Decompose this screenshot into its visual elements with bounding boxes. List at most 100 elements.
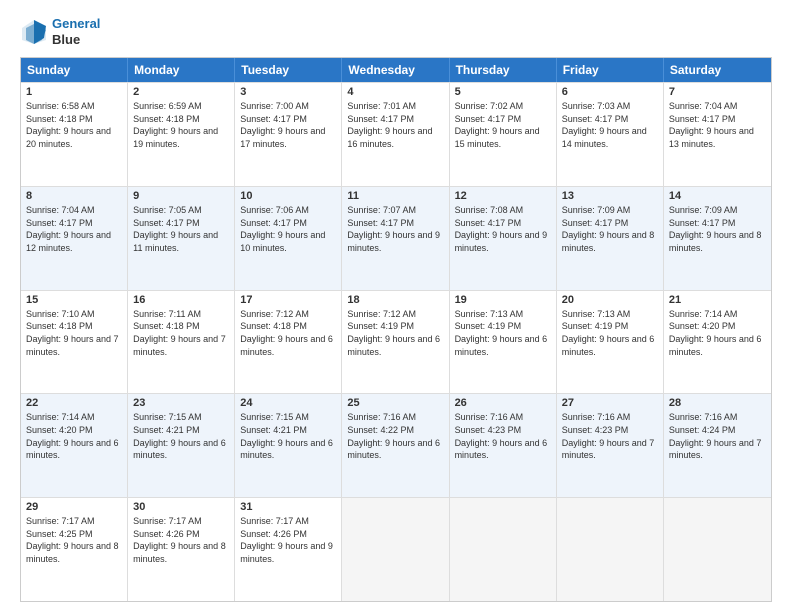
day-info: Sunrise: 6:58 AMSunset: 4:18 PMDaylight:… (26, 100, 122, 150)
day-info: Sunrise: 7:16 AMSunset: 4:23 PMDaylight:… (455, 411, 551, 461)
cal-cell-day-2: 2Sunrise: 6:59 AMSunset: 4:18 PMDaylight… (128, 83, 235, 186)
day-info: Sunrise: 7:16 AMSunset: 4:22 PMDaylight:… (347, 411, 443, 461)
day-number: 11 (347, 190, 443, 202)
cal-week-4: 22 Sunrise: 7:14 AMSunset: 4:20 PMDayligh… (21, 393, 771, 497)
day-info: Sunrise: 7:16 AMSunset: 4:24 PMDaylight:… (669, 411, 766, 461)
cal-cell-day-29: 29 Sunrise: 7:17 AMSunset: 4:25 PMDayligh… (21, 498, 128, 601)
day-info: Sunrise: 7:11 AMSunset: 4:18 PMDaylight:… (133, 308, 229, 358)
cal-cell-day-30: 30 Sunrise: 7:17 AMSunset: 4:26 PMDayligh… (128, 498, 235, 601)
day-info: Sunrise: 7:14 AMSunset: 4:20 PMDaylight:… (26, 411, 122, 461)
cal-cell-day-15: 15Sunrise: 7:10 AMSunset: 4:18 PMDayligh… (21, 291, 128, 394)
day-info: Sunrise: 7:14 AMSunset: 4:20 PMDaylight:… (669, 308, 766, 358)
day-number: 24 (240, 397, 336, 409)
cal-cell-day-11: 11 Sunrise: 7:07 AMSunset: 4:17 PMDayligh… (342, 187, 449, 290)
header: General Blue (20, 16, 772, 47)
day-number: 14 (669, 190, 766, 202)
day-number: 5 (455, 86, 551, 98)
day-info: Sunrise: 7:17 AMSunset: 4:25 PMDaylight:… (26, 515, 122, 565)
cal-cell-empty (664, 498, 771, 601)
cal-cell-day-1: 1 Sunrise: 6:58 AMSunset: 4:18 PMDaylight… (21, 83, 128, 186)
cal-header-tuesday: Tuesday (235, 58, 342, 82)
cal-cell-day-17: 17 Sunrise: 7:12 AMSunset: 4:18 PMDayligh… (235, 291, 342, 394)
cal-cell-day-26: 26 Sunrise: 7:16 AMSunset: 4:23 PMDayligh… (450, 394, 557, 497)
cal-week-2: 8 Sunrise: 7:04 AMSunset: 4:17 PMDaylight… (21, 186, 771, 290)
day-info: Sunrise: 7:15 AMSunset: 4:21 PMDaylight:… (240, 411, 336, 461)
cal-cell-day-6: 6 Sunrise: 7:03 AMSunset: 4:17 PMDaylight… (557, 83, 664, 186)
day-number: 19 (455, 294, 551, 306)
day-number: 26 (455, 397, 551, 409)
day-number: 29 (26, 501, 122, 513)
day-number: 18 (347, 294, 443, 306)
day-number: 27 (562, 397, 658, 409)
cal-header-friday: Friday (557, 58, 664, 82)
day-number: 31 (240, 501, 336, 513)
day-number: 10 (240, 190, 336, 202)
day-info: Sunrise: 7:13 AMSunset: 4:19 PMDaylight:… (455, 308, 551, 358)
cal-cell-day-27: 27 Sunrise: 7:16 AMSunset: 4:23 PMDayligh… (557, 394, 664, 497)
cal-cell-day-12: 12 Sunrise: 7:08 AMSunset: 4:17 PMDayligh… (450, 187, 557, 290)
day-info: Sunrise: 7:02 AMSunset: 4:17 PMDaylight:… (455, 100, 551, 150)
day-info: Sunrise: 7:07 AMSunset: 4:17 PMDaylight:… (347, 204, 443, 254)
page: General Blue SundayMondayTuesdayWednesda… (0, 0, 792, 612)
cal-cell-day-19: 19 Sunrise: 7:13 AMSunset: 4:19 PMDayligh… (450, 291, 557, 394)
cal-week-5: 29 Sunrise: 7:17 AMSunset: 4:25 PMDayligh… (21, 497, 771, 601)
day-info: Sunrise: 7:17 AMSunset: 4:26 PMDaylight:… (133, 515, 229, 565)
day-number: 6 (562, 86, 658, 98)
cal-cell-day-18: 18Sunrise: 7:12 AMSunset: 4:19 PMDayligh… (342, 291, 449, 394)
day-number: 1 (26, 86, 122, 98)
day-number: 15 (26, 294, 122, 306)
cal-cell-empty (450, 498, 557, 601)
day-number: 20 (562, 294, 658, 306)
day-info: Sunrise: 7:05 AMSunset: 4:17 PMDaylight:… (133, 204, 229, 254)
cal-cell-empty (342, 498, 449, 601)
calendar: SundayMondayTuesdayWednesdayThursdayFrid… (20, 57, 772, 602)
day-number: 21 (669, 294, 766, 306)
cal-cell-day-13: 13 Sunrise: 7:09 AMSunset: 4:17 PMDayligh… (557, 187, 664, 290)
day-number: 4 (347, 86, 443, 98)
day-number: 28 (669, 397, 766, 409)
day-number: 3 (240, 86, 336, 98)
day-info: Sunrise: 7:03 AMSunset: 4:17 PMDaylight:… (562, 100, 658, 150)
cal-cell-day-16: 16Sunrise: 7:11 AMSunset: 4:18 PMDayligh… (128, 291, 235, 394)
day-info: Sunrise: 7:12 AMSunset: 4:18 PMDaylight:… (240, 308, 336, 358)
cal-header-wednesday: Wednesday (342, 58, 449, 82)
cal-cell-day-24: 24 Sunrise: 7:15 AMSunset: 4:21 PMDayligh… (235, 394, 342, 497)
cal-cell-day-31: 31 Sunrise: 7:17 AMSunset: 4:26 PMDayligh… (235, 498, 342, 601)
calendar-header: SundayMondayTuesdayWednesdayThursdayFrid… (21, 58, 771, 82)
day-number: 30 (133, 501, 229, 513)
cal-cell-day-4: 4 Sunrise: 7:01 AMSunset: 4:17 PMDaylight… (342, 83, 449, 186)
day-info: Sunrise: 7:16 AMSunset: 4:23 PMDaylight:… (562, 411, 658, 461)
day-info: Sunrise: 7:00 AMSunset: 4:17 PMDaylight:… (240, 100, 336, 150)
cal-header-sunday: Sunday (21, 58, 128, 82)
day-info: Sunrise: 7:15 AMSunset: 4:21 PMDaylight:… (133, 411, 229, 461)
cal-cell-day-7: 7Sunrise: 7:04 AMSunset: 4:17 PMDaylight… (664, 83, 771, 186)
day-number: 23 (133, 397, 229, 409)
day-number: 12 (455, 190, 551, 202)
cal-cell-day-21: 21 Sunrise: 7:14 AMSunset: 4:20 PMDayligh… (664, 291, 771, 394)
day-info: Sunrise: 7:13 AMSunset: 4:19 PMDaylight:… (562, 308, 658, 358)
day-number: 8 (26, 190, 122, 202)
cal-cell-day-20: 20 Sunrise: 7:13 AMSunset: 4:19 PMDayligh… (557, 291, 664, 394)
day-info: Sunrise: 7:08 AMSunset: 4:17 PMDaylight:… (455, 204, 551, 254)
cal-header-saturday: Saturday (664, 58, 771, 82)
day-info: Sunrise: 7:17 AMSunset: 4:26 PMDaylight:… (240, 515, 336, 565)
logo-icon (20, 18, 48, 46)
day-number: 22 (26, 397, 122, 409)
day-number: 17 (240, 294, 336, 306)
cal-cell-day-25: 25Sunrise: 7:16 AMSunset: 4:22 PMDayligh… (342, 394, 449, 497)
day-info: Sunrise: 7:04 AMSunset: 4:17 PMDaylight:… (669, 100, 766, 150)
logo: General Blue (20, 16, 100, 47)
day-number: 2 (133, 86, 229, 98)
cal-header-monday: Monday (128, 58, 235, 82)
cal-cell-day-8: 8 Sunrise: 7:04 AMSunset: 4:17 PMDaylight… (21, 187, 128, 290)
cal-week-3: 15Sunrise: 7:10 AMSunset: 4:18 PMDayligh… (21, 290, 771, 394)
day-info: Sunrise: 7:01 AMSunset: 4:17 PMDaylight:… (347, 100, 443, 150)
day-info: Sunrise: 7:04 AMSunset: 4:17 PMDaylight:… (26, 204, 122, 254)
cal-cell-empty (557, 498, 664, 601)
day-info: Sunrise: 7:06 AMSunset: 4:17 PMDaylight:… (240, 204, 336, 254)
cal-cell-day-14: 14Sunrise: 7:09 AMSunset: 4:17 PMDayligh… (664, 187, 771, 290)
cal-cell-day-5: 5 Sunrise: 7:02 AMSunset: 4:17 PMDaylight… (450, 83, 557, 186)
day-number: 13 (562, 190, 658, 202)
day-info: Sunrise: 7:09 AMSunset: 4:17 PMDaylight:… (562, 204, 658, 254)
logo-text: General Blue (52, 16, 100, 47)
